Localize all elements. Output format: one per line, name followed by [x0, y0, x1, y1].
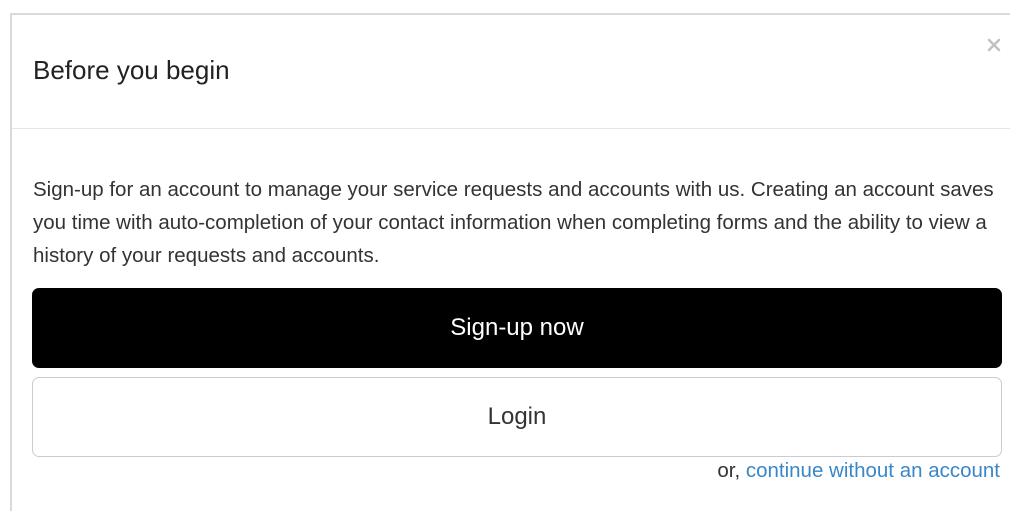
continue-without-account-row: or, continue without an account: [717, 459, 1000, 483]
dialog-header: Before you begin: [12, 15, 1010, 129]
signup-button[interactable]: Sign-up now: [32, 288, 1002, 368]
login-button-label: Login: [487, 403, 547, 430]
close-icon: [987, 38, 1001, 52]
signup-description: Sign-up for an account to manage your se…: [33, 178, 994, 267]
continue-without-account-link[interactable]: continue without an account: [746, 459, 1000, 482]
before-you-begin-dialog: Before you begin Sign-up for an account …: [10, 13, 1010, 511]
login-button[interactable]: Login: [32, 377, 1002, 457]
close-button[interactable]: [982, 33, 1006, 57]
dialog-title: Before you begin: [33, 55, 230, 85]
signup-button-label: Sign-up now: [450, 314, 584, 341]
dialog-body: Sign-up for an account to manage your se…: [12, 129, 1010, 511]
continue-prefix: or,: [717, 459, 746, 482]
